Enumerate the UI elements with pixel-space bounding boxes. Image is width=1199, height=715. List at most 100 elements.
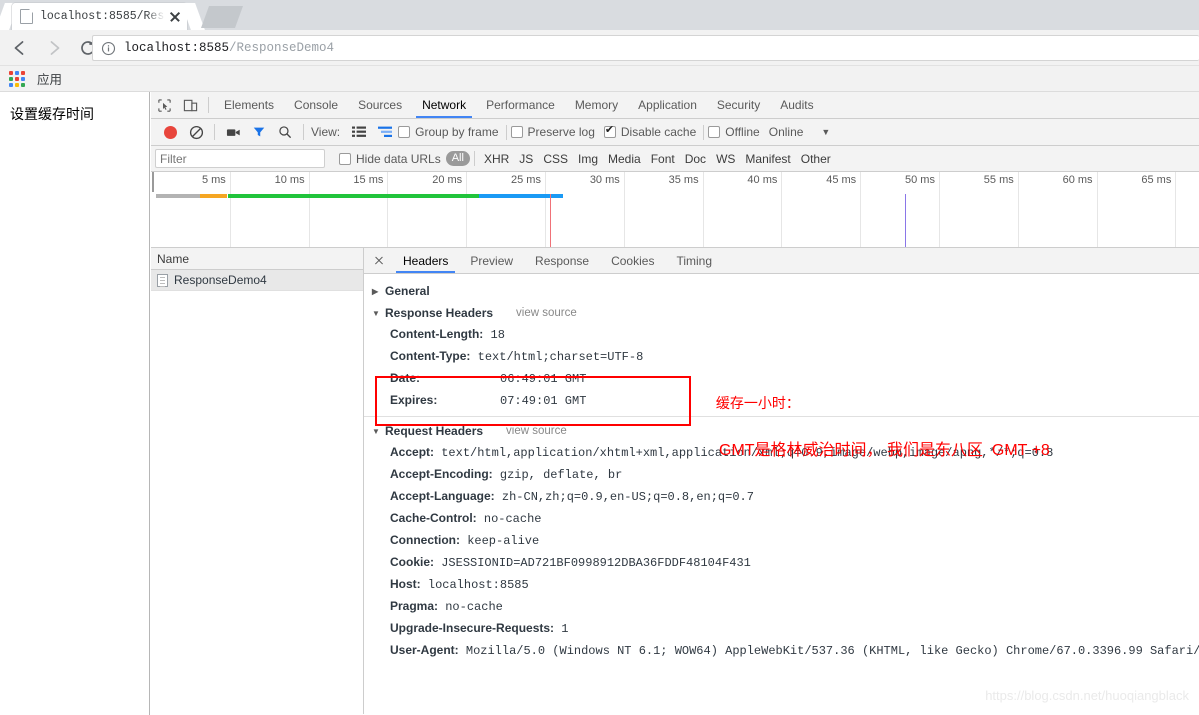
address-bar-url: localhost:8585/ResponseDemo4	[124, 41, 334, 55]
response-header-name: Content-Length:	[390, 327, 484, 341]
toolbar-divider	[214, 124, 215, 140]
close-icon[interactable]	[370, 252, 388, 270]
chevron-right-icon: ▶	[372, 286, 379, 296]
filter-type-media[interactable]: Media	[603, 152, 646, 166]
filter-type-other[interactable]: Other	[796, 152, 836, 166]
ruler-tick-label: 20 ms	[432, 174, 463, 186]
watermark: https://blog.csdn.net/huoqiangblack	[985, 688, 1189, 703]
devtools-tab-audits[interactable]: Audits	[770, 92, 823, 118]
annotation-line-1: 缓存一小时：	[715, 395, 800, 412]
section-general-label: General	[385, 284, 430, 298]
table-row: Upgrade-Insecure-Requests: 1	[364, 618, 1199, 640]
checkbox-box[interactable]	[398, 126, 411, 138]
tab-timing[interactable]: Timing	[665, 248, 723, 273]
info-circle-icon[interactable]	[101, 41, 116, 56]
new-tab-button[interactable]	[200, 6, 244, 28]
filter-type-all[interactable]: All	[445, 151, 470, 166]
ruler-tick	[1096, 172, 1098, 247]
tab-cookies[interactable]: Cookies	[600, 248, 665, 273]
ruler-tick-label: 65 ms	[1141, 174, 1172, 186]
filter-input[interactable]	[155, 149, 325, 168]
bookmarks-bar: 应用	[0, 66, 1199, 92]
filter-type-js[interactable]: JS	[514, 152, 538, 166]
inspect-element-icon[interactable]	[151, 92, 177, 118]
checkbox-box[interactable]	[510, 126, 523, 138]
address-bar[interactable]: localhost:8585/ResponseDemo4	[92, 35, 1199, 61]
request-header-name: Host:	[390, 577, 421, 591]
address-bar-path: /ResponseDemo4	[229, 41, 335, 55]
view-label: View:	[311, 125, 341, 139]
offline-label: Offline	[725, 125, 760, 139]
filter-type-font[interactable]: Font	[646, 152, 680, 166]
filter-type-doc[interactable]: Doc	[680, 152, 711, 166]
ruler-tick-label: 40 ms	[747, 174, 778, 186]
ruler-tick-label: 55 ms	[983, 174, 1014, 186]
section-response-headers[interactable]: ▼ Response Headers view source	[364, 302, 1199, 324]
back-arrow-icon[interactable]	[6, 34, 34, 62]
devtools-tab-elements[interactable]: Elements	[214, 92, 284, 118]
devtools-tab-memory[interactable]: Memory	[565, 92, 628, 118]
request-header-name: Cookie:	[390, 555, 435, 569]
request-header-name: Accept-Encoding:	[390, 467, 493, 481]
preserve-log-checkbox[interactable]: Preserve log	[510, 125, 595, 139]
camera-icon[interactable]	[220, 119, 246, 145]
disable-cache-checkbox[interactable]: Disable cache	[603, 123, 696, 139]
filter-type-ws[interactable]: WS	[711, 152, 740, 166]
request-header-value: keep-alive	[460, 534, 540, 548]
ruler-tick	[860, 172, 862, 247]
browser-tab[interactable]: localhost:8585/Respons	[12, 3, 187, 30]
filter-type-img[interactable]: Img	[573, 152, 603, 166]
group-by-frame-checkbox[interactable]: Group by frame	[398, 125, 499, 139]
chevron-down-icon: ▼	[372, 426, 380, 436]
table-row: Content-Type: text/html;charset=UTF-8	[364, 346, 1199, 368]
device-toolbar-icon[interactable]	[177, 92, 203, 118]
timeline-start-marker	[152, 172, 154, 192]
search-icon[interactable]	[272, 119, 298, 145]
ruler-tick	[466, 172, 468, 247]
apps-grid-icon[interactable]	[9, 70, 26, 87]
filter-type-xhr[interactable]: XHR	[479, 152, 514, 166]
devtools-tab-application[interactable]: Application	[628, 92, 707, 118]
page-icon	[20, 9, 33, 24]
filter-icon[interactable]	[246, 119, 272, 145]
tab-preview[interactable]: Preview	[459, 248, 524, 273]
tab-response[interactable]: Response	[524, 248, 600, 273]
bookmark-apps-label[interactable]: 应用	[37, 69, 62, 88]
section-general[interactable]: ▶ General	[364, 280, 1199, 302]
network-overview-timeline[interactable]: 5 ms 10 ms 15 ms 20 ms 25 ms 30 ms 35 ms 40 ms 4…	[151, 172, 1199, 248]
record-button[interactable]	[157, 119, 183, 145]
devtools-tab-security[interactable]: Security	[707, 92, 770, 118]
filter-type-manifest[interactable]: Manifest	[740, 152, 795, 166]
ruler-tick	[308, 172, 310, 247]
browser-tabstrip: localhost:8585/Respons	[0, 0, 1199, 30]
devtools-tab-sources[interactable]: Sources	[348, 92, 412, 118]
waterfall-segment-waiting	[200, 194, 228, 198]
ruler-tick	[702, 172, 704, 247]
waterfall-view-icon[interactable]	[372, 119, 398, 145]
chevron-down-icon[interactable]: ▼	[821, 127, 830, 137]
throttling-select-value[interactable]: Online	[769, 125, 804, 139]
waterfall-segment-stalled	[156, 194, 201, 198]
close-icon[interactable]	[167, 9, 183, 25]
request-header-value: no-cache	[476, 512, 542, 526]
ruler-tick	[623, 172, 625, 247]
network-filterbar: Hide data URLs All XHR JS CSS Img Media …	[151, 146, 1199, 172]
checkbox-box[interactable]	[708, 126, 721, 138]
checkbox-box[interactable]	[339, 152, 351, 165]
request-header-name: Cache-Control:	[390, 511, 477, 525]
devtools-tab-console[interactable]: Console	[284, 92, 348, 118]
tab-headers[interactable]: Headers	[392, 248, 459, 273]
clear-icon[interactable]	[183, 119, 209, 145]
offline-checkbox[interactable]: Offline	[708, 125, 760, 139]
request-header-name: Upgrade-Insecure-Requests:	[390, 621, 555, 635]
view-source-link[interactable]: view source	[516, 307, 577, 319]
list-view-icon[interactable]	[346, 119, 372, 145]
table-row[interactable]: ResponseDemo4	[151, 270, 363, 291]
devtools-tab-performance[interactable]: Performance	[476, 92, 565, 118]
request-header-value: zh-CN,zh;q=0.9,en-US;q=0.8,en;q=0.7	[494, 490, 754, 504]
hide-data-urls-checkbox[interactable]: Hide data URLs	[339, 152, 441, 166]
filter-type-css[interactable]: CSS	[538, 152, 573, 166]
devtools-tab-network[interactable]: Network	[412, 92, 476, 118]
checkbox-box[interactable]	[603, 123, 616, 138]
view-source-link[interactable]: view source	[506, 425, 567, 437]
